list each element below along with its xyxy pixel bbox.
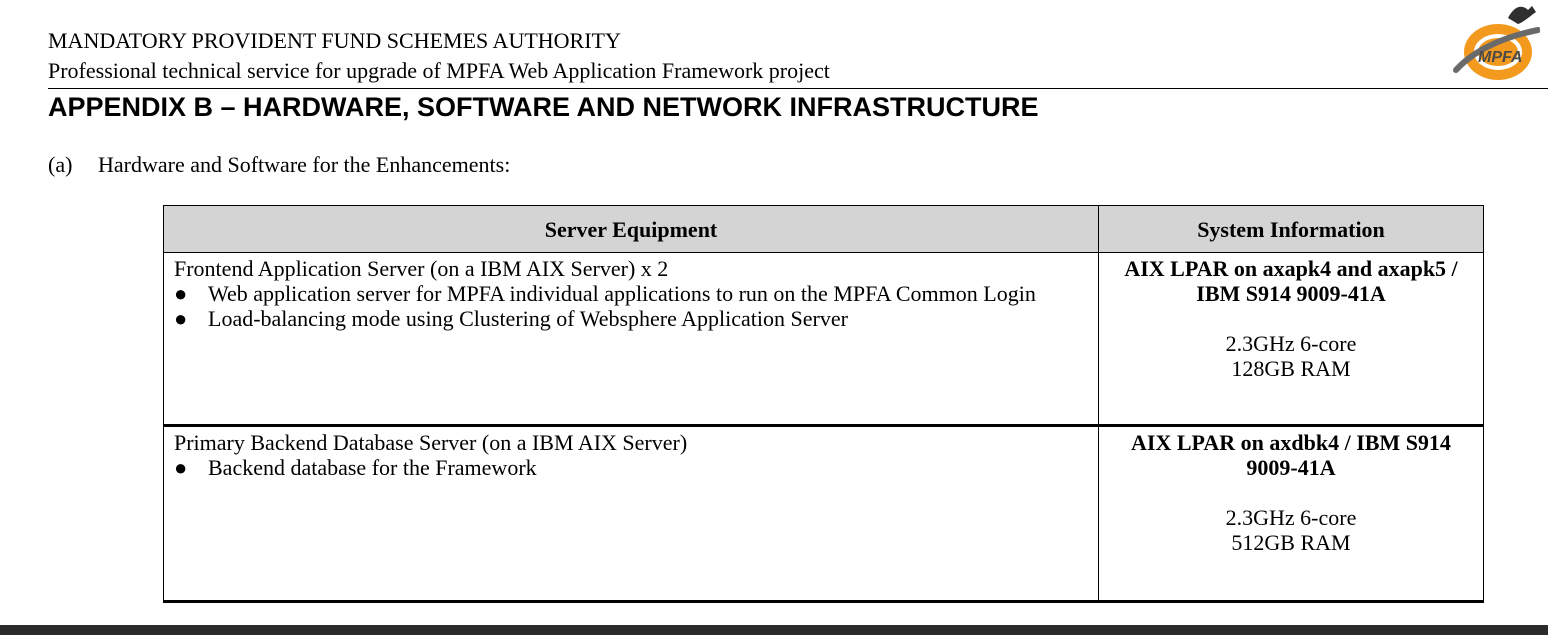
section-title: Hardware and Software for the Enhancemen… (98, 152, 511, 177)
infrastructure-table: Server Equipment System Information Fron… (163, 205, 1484, 603)
table-header-row: Server Equipment System Information (163, 205, 1484, 253)
viewer-bottom-bar (0, 625, 1548, 635)
list-item-text: Backend database for the Framework (208, 455, 537, 480)
list-item-text: Load-balancing mode using Clustering of … (208, 306, 848, 331)
server-equipment-cell: Frontend Application Server (on a IBM AI… (163, 252, 1099, 427)
section-heading: (a) Hardware and Software for the Enhance… (48, 152, 510, 178)
mpfa-logo-icon: MPFA (1453, 6, 1540, 80)
ram-spec: 128GB RAM (1231, 356, 1351, 381)
server-equipment-cell: Primary Backend Database Server (on a IB… (163, 425, 1099, 603)
system-host: AIX LPAR on axapk4 and axapk5 / IBM S914… (1124, 256, 1458, 306)
ram-spec: 512GB RAM (1231, 530, 1351, 555)
server-title: Primary Backend Database Server (on a IB… (174, 430, 688, 455)
bullet-icon: ● (174, 306, 188, 331)
list-item: ● Backend database for the Framework (174, 455, 1088, 480)
appendix-heading: APPENDIX B – HARDWARE, SOFTWARE AND NETW… (48, 92, 1039, 122)
col-header-server-equipment: Server Equipment (163, 205, 1099, 253)
system-spec: 2.3GHz 6-core 512GB RAM (1109, 505, 1473, 555)
header-divider (48, 88, 1548, 89)
cpu-spec: 2.3GHz 6-core (1225, 331, 1357, 356)
table-row: Primary Backend Database Server (on a IB… (163, 425, 1484, 603)
bullet-icon: ● (174, 281, 188, 306)
system-host: AIX LPAR on axdbk4 / IBM S914 9009-41A (1131, 430, 1451, 480)
list-item: ● Load-balancing mode using Clustering of… (174, 306, 1088, 331)
table-row: Frontend Application Server (on a IBM AI… (163, 252, 1484, 427)
org-name: MANDATORY PROVIDENT FUND SCHEMES AUTHORI… (48, 28, 621, 53)
feature-list: ● Web application server for MPFA individ… (174, 281, 1088, 331)
section-marker: (a) (48, 152, 73, 177)
project-title: Professional technical service for upgra… (48, 58, 830, 83)
bullet-icon: ● (174, 455, 188, 480)
system-information-cell: AIX LPAR on axdbk4 / IBM S914 9009-41A 2… (1098, 425, 1484, 603)
list-item-text: Web application server for MPFA individu… (208, 281, 1036, 306)
feature-list: ● Backend database for the Framework (174, 455, 1088, 480)
cpu-spec: 2.3GHz 6-core (1225, 505, 1357, 530)
col-header-system-information: System Information (1098, 205, 1484, 253)
list-item: ● Web application server for MPFA individ… (174, 281, 1088, 306)
server-title: Frontend Application Server (on a IBM AI… (174, 256, 669, 281)
system-information-cell: AIX LPAR on axapk4 and axapk5 / IBM S914… (1098, 252, 1484, 427)
system-spec: 2.3GHz 6-core 128GB RAM (1109, 331, 1473, 381)
logo-text: MPFA (1478, 49, 1522, 66)
